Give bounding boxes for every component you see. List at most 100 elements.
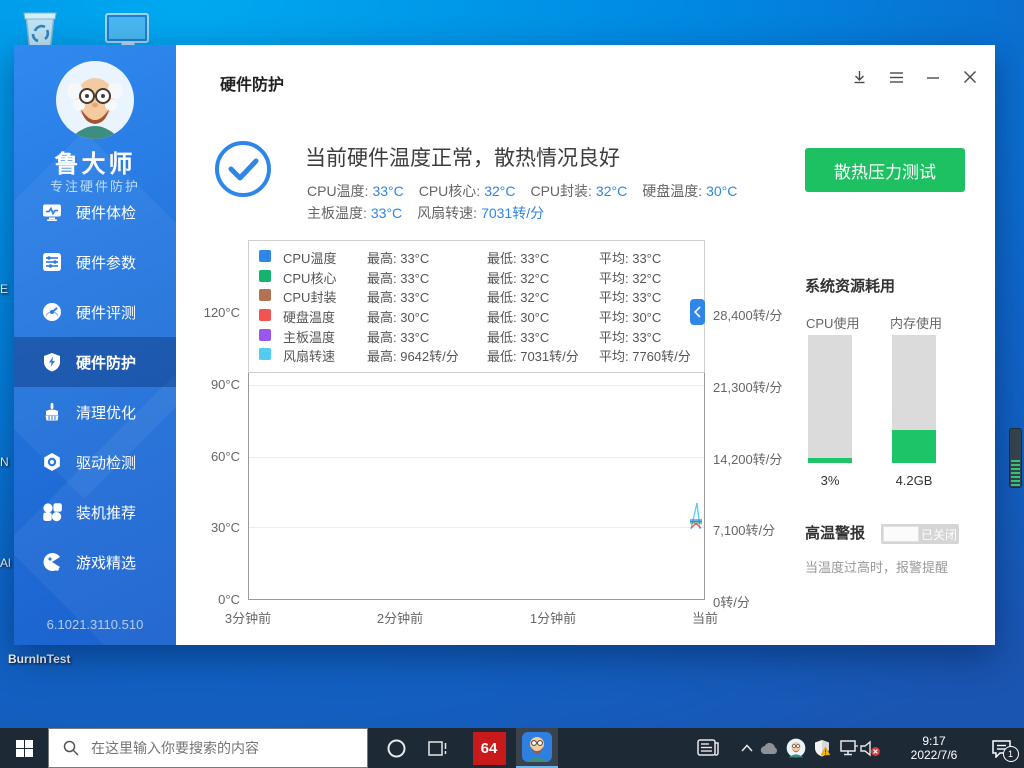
menu-icon[interactable] bbox=[887, 69, 905, 85]
toggle-knob bbox=[883, 526, 919, 542]
clock-time: 9:17 bbox=[922, 734, 945, 748]
start-button[interactable] bbox=[0, 728, 48, 768]
gridline bbox=[249, 457, 704, 458]
cpu-usage-fill bbox=[808, 458, 852, 463]
window-controls bbox=[850, 69, 979, 85]
task-view-button[interactable] bbox=[420, 728, 456, 768]
cpu-usage-label: CPU使用 bbox=[806, 313, 859, 332]
chart-legend: CPU温度最高: 33°C 最低: 33°C平均: 33°C CPU核心最高: … bbox=[248, 240, 705, 373]
sidebar-item-label: 清理优化 bbox=[76, 402, 136, 423]
sidebar-item-hardware-benchmark[interactable]: 硬件评测 bbox=[14, 287, 176, 337]
left-axis-tick: 30°C bbox=[180, 520, 240, 535]
sidebar-item-label: 硬件防护 bbox=[76, 352, 136, 373]
sidebar-item-label: 装机推荐 bbox=[76, 502, 136, 523]
series-color-chip bbox=[259, 329, 271, 341]
sidebar-item-build-recommend[interactable]: 装机推荐 bbox=[14, 487, 176, 537]
metric: CPU核心:32°C bbox=[419, 181, 516, 201]
status-ok-icon bbox=[213, 139, 273, 199]
gridline bbox=[249, 385, 704, 386]
sliders-icon bbox=[42, 252, 62, 272]
desktop-label-partial: E bbox=[0, 282, 8, 296]
news-interests-button[interactable] bbox=[690, 728, 726, 768]
metric: 风扇转速:7031转/分 bbox=[417, 203, 544, 223]
memory-usage-value: 4.2GB bbox=[882, 473, 946, 488]
sidebar-item-label: 硬件参数 bbox=[76, 252, 136, 273]
taskbar-search[interactable] bbox=[48, 728, 368, 768]
search-icon bbox=[63, 740, 79, 756]
sidebar-item-hardware-params[interactable]: 硬件参数 bbox=[14, 237, 176, 287]
metric: CPU温度:33°C bbox=[307, 181, 404, 201]
burnintest-icon: 64 bbox=[473, 732, 506, 765]
sidebar-item-label: 驱动检测 bbox=[76, 452, 136, 473]
burnintest-taskbar-button[interactable]: 64 bbox=[468, 728, 510, 768]
sidebar-item-hardware-protection[interactable]: 硬件防护 bbox=[14, 337, 176, 387]
cpu-usage-value: 3% bbox=[798, 473, 862, 488]
master-lu-tray-icon[interactable] bbox=[783, 728, 809, 768]
taskbar: 64 C bbox=[0, 728, 1024, 768]
clock-date: 2022/7/6 bbox=[911, 748, 958, 762]
master-lu-icon bbox=[522, 732, 552, 762]
desktop-meter-widget bbox=[1009, 428, 1022, 488]
stress-test-button[interactable]: 散热压力测试 bbox=[805, 148, 965, 192]
memory-usage-fill bbox=[892, 430, 936, 463]
onedrive-cloud-icon[interactable] bbox=[756, 728, 782, 768]
desktop-label-burnintest[interactable]: BurnInTest bbox=[8, 652, 70, 666]
left-axis-tick: 90°C bbox=[180, 377, 240, 392]
right-axis-tick: 21,300转/分 bbox=[713, 377, 805, 396]
legend-row: CPU封装最高: 33°C 最低: 32°C平均: 33°C bbox=[259, 287, 704, 307]
gauge-icon bbox=[42, 302, 62, 322]
x-axis-tick: 1分钟前 bbox=[518, 608, 588, 627]
volume-muted-icon[interactable] bbox=[856, 728, 884, 768]
monitor-pulse-icon bbox=[42, 202, 62, 222]
master-lu-taskbar-button[interactable] bbox=[516, 728, 558, 768]
gridline bbox=[249, 527, 704, 528]
left-axis-tick: 60°C bbox=[180, 449, 240, 464]
sidebar-item-driver-detect[interactable]: 驱动检测 bbox=[14, 437, 176, 487]
desktop: E N Al BurnInTest bbox=[0, 0, 1024, 768]
status-metrics-row1: CPU温度:33°C CPU核心:32°C CPU封装:32°C 硬盘温度:30… bbox=[307, 181, 752, 201]
series-color-chip bbox=[259, 270, 271, 282]
cpu-usage-bar bbox=[808, 335, 852, 463]
notification-center-button[interactable]: 1 bbox=[978, 728, 1024, 768]
main-panel: 硬件防护 当前硬件温度正常，散热情况良好 bbox=[176, 45, 995, 645]
sidebar-item-game-picks[interactable]: 游戏精选 bbox=[14, 537, 176, 587]
broom-icon bbox=[42, 402, 62, 422]
minimize-icon[interactable] bbox=[924, 69, 942, 85]
close-icon[interactable] bbox=[961, 69, 979, 85]
toggle-state-label: 已关闭 bbox=[919, 526, 959, 543]
alarm-toggle[interactable]: 已关闭 bbox=[881, 524, 959, 544]
series-color-chip bbox=[259, 309, 271, 321]
right-axis-tick: 28,400转/分 bbox=[713, 305, 805, 324]
metric: 主板温度:33°C bbox=[307, 203, 402, 223]
memory-usage-bar bbox=[892, 335, 936, 463]
app-name: 鲁大师 bbox=[14, 144, 176, 179]
cortana-button[interactable] bbox=[378, 728, 414, 768]
taskbar-clock[interactable]: 9:17 2022/7/6 bbox=[903, 728, 965, 768]
master-lu-window: 鲁大师 专注硬件防护 硬件体检 硬件参数 硬件评测 bbox=[14, 45, 995, 645]
sidebar-item-label: 游戏精选 bbox=[76, 552, 136, 573]
legend-row: CPU温度最高: 33°C 最低: 33°C平均: 33°C bbox=[259, 248, 704, 268]
nut-icon bbox=[42, 452, 62, 472]
download-icon[interactable] bbox=[850, 69, 868, 85]
desktop-label-partial: N bbox=[0, 455, 9, 469]
legend-collapse-button[interactable] bbox=[690, 299, 705, 325]
metric: 硬盘温度:30°C bbox=[642, 181, 737, 201]
legend-row: CPU核心最高: 33°C 最低: 32°C平均: 32°C bbox=[259, 268, 704, 288]
status-metrics-row2: 主板温度:33°C 风扇转速:7031转/分 bbox=[307, 203, 559, 223]
security-shield-icon[interactable] bbox=[809, 728, 835, 768]
sidebar: 鲁大师 专注硬件防护 硬件体检 硬件参数 硬件评测 bbox=[14, 45, 176, 645]
x-axis-tick: 2分钟前 bbox=[365, 608, 435, 627]
memory-usage-label: 内存使用 bbox=[890, 313, 942, 332]
app-version: 6.1021.3110.510 bbox=[14, 617, 176, 632]
search-input[interactable] bbox=[89, 739, 367, 757]
right-axis-tick: 7,100转/分 bbox=[713, 520, 805, 539]
notification-badge: 1 bbox=[1003, 746, 1019, 762]
legend-row: 风扇转速最高: 9642转/分 最低: 7031转/分平均: 7760转/分 bbox=[259, 346, 704, 366]
desktop-label-partial: Al bbox=[0, 556, 11, 570]
legend-row: 主板温度最高: 33°C 最低: 33°C平均: 33°C bbox=[259, 326, 704, 346]
sidebar-item-clean-optimize[interactable]: 清理优化 bbox=[14, 387, 176, 437]
sidebar-item-hardware-check[interactable]: 硬件体检 bbox=[14, 187, 176, 237]
right-axis-tick: 14,200转/分 bbox=[713, 449, 805, 468]
series-color-chip bbox=[259, 348, 271, 360]
sidebar-item-label: 硬件评测 bbox=[76, 302, 136, 323]
